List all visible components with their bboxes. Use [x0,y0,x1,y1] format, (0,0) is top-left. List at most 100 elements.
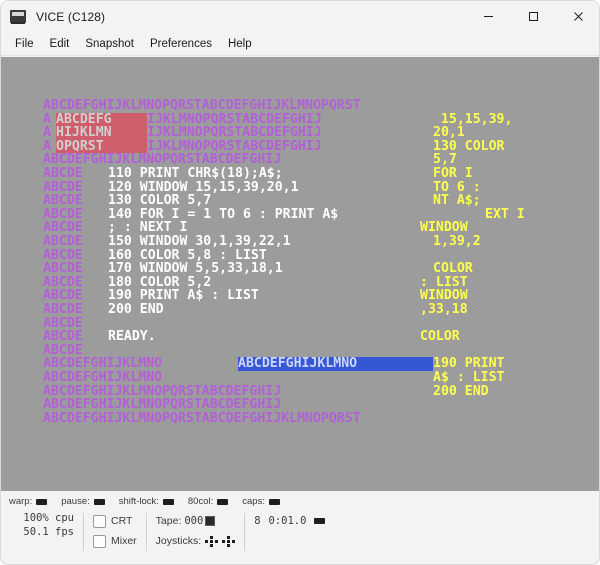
screen-text-yellow: EXT I [485,206,525,222]
mixer-checkbox[interactable] [93,534,106,548]
joysticks-label: Joysticks: [155,535,202,547]
cpu-speed: 100% cpu [23,512,74,524]
tape-joystick-column: Tape: 000 Joysticks: [147,511,245,553]
screen-row: ABCDE 180 COLOR 5,2 : LIST [43,276,563,290]
screen-text-purple: ABCDE [43,206,83,222]
screen-row: ABCDE 190 PRINT A$ : LIST WINDOW [43,289,563,303]
screen-text-yellow: WINDOW [420,220,468,236]
close-button[interactable] [556,1,599,32]
crt-checkbox-row[interactable]: CRT [93,511,137,531]
joystick-port1-icon[interactable] [205,535,219,547]
screen-row: ABCDE 140 FOR I = 1 TO 6 : PRINT A$ EXT I [43,208,563,222]
tape-motor-icon [205,516,216,526]
window-title: VICE (C128) [36,9,106,24]
screen-text-yellow: 5,7 [433,152,457,168]
crt-checkbox[interactable] [93,514,106,528]
pause-led[interactable] [93,498,105,505]
screen-row: ABCDE ; : NEXT I WINDOW [43,221,563,235]
drive-number: 8 [254,515,261,527]
screen-text-purple: A [43,138,51,154]
drive-time: 0:01.0 [268,515,307,527]
screen-text-white: 190 PRINT A$ : LIST [108,288,299,304]
screen-text-yellow: COLOR [420,329,460,345]
emulator-canvas[interactable]: ABCDEFGHIJKLMNOPQRSTABCDEFGHIJKLMNOPQRST… [1,57,599,491]
screen-text-purple: IJKLMNOPQRSTABCDEFGHIJ [147,111,322,127]
80col-label: 80col: [187,496,214,507]
statusbar: warp: pause: shift-lock: 80col: caps: 10… [1,491,599,564]
statusbar-indicators: warp: pause: shift-lock: 80col: caps: [9,496,280,507]
screen-text-purple: A [43,125,51,141]
screen-row: ABCDE [43,316,563,331]
screen-text-revred: OPQRST [56,140,147,154]
screen-text-yellow: 20,1 [433,125,465,141]
screen-text-purple: ABCDEFGHIJKLMNOPQRSTABCDEFGHIJ [43,152,282,168]
drive-status-row[interactable]: 8 0:01.0 [254,511,326,531]
screen-text-purple: ABCDE [43,261,83,277]
c128-screen[interactable]: ABCDEFGHIJKLMNOPQRSTABCDEFGHIJKLMNOPQRST… [43,99,563,439]
screen-text-revblue: ABCDEFGHIJKLMNO [238,357,433,371]
80col-led[interactable] [217,498,229,505]
screen-row: ABCDEFGHIJKLMNOPQRSTABCDEFGHIJ 200 END [43,383,563,399]
screen-row: ABCDEFGHIJKLMNO A$ : LIST [43,371,563,385]
menubar: File Edit Snapshot Preferences Help [1,32,599,56]
pause-label: pause: [61,496,90,507]
joystick-status-row[interactable]: Joysticks: [156,531,236,551]
screen-text-white: 200 END [108,302,299,317]
screen-text-yellow: A$ : LIST [433,370,505,385]
screen-text-yellow: 15,15,39, [433,111,513,127]
screen-text-purple: ABCDE [43,220,83,236]
screen-text-purple: IJKLMNOPQRSTABCDEFGHIJ [147,125,322,141]
screen-text-yellow: WINDOW [420,288,468,304]
menu-item-preferences[interactable]: Preferences [142,35,220,53]
screen-text-purple: ABCDE [43,288,83,304]
shift-lock-led[interactable] [162,498,174,505]
screen-row [43,425,563,439]
drive-column: 8 0:01.0 [245,511,334,553]
shift-lock-label: shift-lock: [118,496,159,507]
screen-row: ABCDEFGHIJKLMNOPQRSTABCDEFGHIJ 5,7 [43,153,563,167]
screen-text-purple: ABCDE [43,234,83,249]
screen-row: ABCDEFGHIJKLMNOPQRSTABCDEFGHIJ [43,398,563,412]
window-controls [466,1,599,32]
screen-text-purple: ABCDE [43,179,83,195]
computer-monitor-icon [10,9,26,25]
screen-text-white [238,371,433,385]
screen-text-white: 160 COLOR 5,8 : LIST [108,247,267,263]
toggles-column: CRT Mixer [84,511,146,553]
menu-item-edit[interactable]: Edit [42,35,78,53]
warp-led[interactable] [36,498,48,505]
screen-row: ABCDE 150 WINDOW 30,1,39,22,1 1,39,2 [43,235,563,249]
menu-item-file[interactable]: File [7,35,42,53]
screen-text-yellow: 130 COLOR [433,138,505,154]
screen-row: ABCDEFGHIJKLMNOPQRSTABCDEFGHIJKLMNOPQRST [43,99,563,113]
screen-text-purple: ABCDE [43,247,83,263]
screen-text-yellow: 200 END [433,383,489,399]
caps-label: caps: [242,496,265,507]
screen-text-yellow: COLOR [433,261,473,277]
titlebar: VICE (C128) [1,1,599,32]
screen-text-purple: ABCDE [43,342,83,358]
screen-row: ABCDE 200 END ,33,18 [43,303,563,317]
mixer-label: Mixer [111,535,137,547]
warp-label: warp: [9,496,33,507]
joystick-port2-icon[interactable] [222,535,236,547]
caps-led[interactable] [268,498,280,505]
menu-item-snapshot[interactable]: Snapshot [77,35,142,53]
screen-row: ABCDE 130 COLOR 5,7 NT A$; [43,194,563,208]
maximize-button[interactable] [511,1,556,32]
screen-text-purple: ABCDE [43,166,83,181]
screen-text-purple: ABCDEFGHIJKLMNO [43,370,163,385]
tape-status-row[interactable]: Tape: 000 [156,511,236,531]
drive-led [314,518,326,524]
screen-text-purple: ABCDE [43,274,83,290]
menu-item-help[interactable]: Help [220,35,260,53]
screen-row: ABCDE [43,344,563,358]
screen-text-white: 140 FOR I = 1 TO 6 : PRINT A$ [108,206,339,222]
minimize-button[interactable] [466,1,511,32]
vice-emulator-window: VICE (C128) File Edit Snapshot Preferenc… [0,0,600,565]
screen-text-revred: ABCDEFG [56,112,147,127]
screen-row: ABCDEFGHIJKLMNOPQRSTABCDEFGHIJKLMNOPQRST [43,412,563,426]
screen-text-purple: IJKLMNOPQRSTABCDEFGHIJ [147,138,322,154]
mixer-checkbox-row[interactable]: Mixer [93,531,137,551]
screen-text-purple: ABCDEFGHIJKLMNOPQRSTABCDEFGHIJ [43,383,282,399]
